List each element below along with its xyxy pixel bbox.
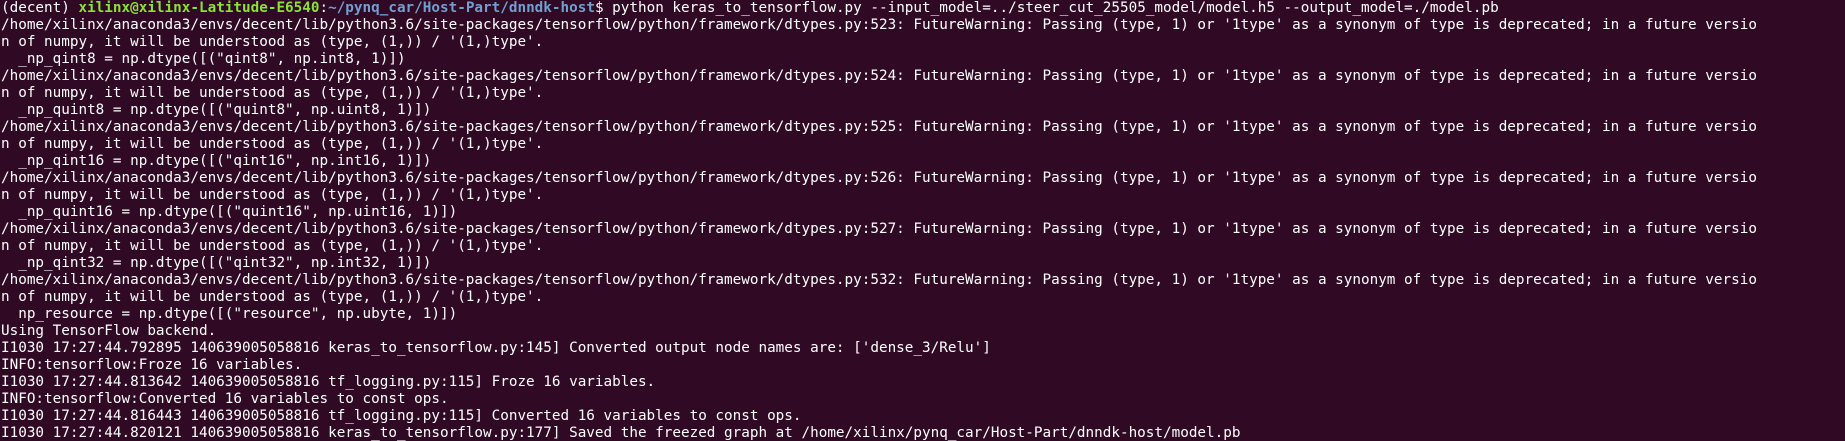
terminal-output: /home/xilinx/anaconda3/envs/decent/lib/p… xyxy=(1,17,1845,441)
output-line: _np_quint16 = np.dtype([("quint16", np.u… xyxy=(1,204,458,220)
command-prompt-line: (decent) xilinx@xilinx-Latitude-E6540:~/… xyxy=(1,0,1845,17)
prompt-symbol: $ xyxy=(594,0,613,16)
output-line: /home/xilinx/anaconda3/envs/decent/lib/p… xyxy=(1,119,1757,135)
output-line: _np_quint8 = np.dtype([("quint8", np.uin… xyxy=(1,102,432,118)
output-line: n of numpy, it will be understood as (ty… xyxy=(1,136,544,152)
output-line: _np_qint32 = np.dtype([("qint32", np.int… xyxy=(1,255,432,271)
output-line: n of numpy, it will be understood as (ty… xyxy=(1,238,544,254)
output-line: I1030 17:27:44.813642 140639005058816 tf… xyxy=(1,374,656,390)
output-line: /home/xilinx/anaconda3/envs/decent/lib/p… xyxy=(1,17,1757,33)
output-line: n of numpy, it will be understood as (ty… xyxy=(1,289,544,305)
prompt-colon: : xyxy=(319,0,329,16)
output-line: /home/xilinx/anaconda3/envs/decent/lib/p… xyxy=(1,170,1757,186)
conda-env-label: (decent) xyxy=(1,0,79,16)
output-line: I1030 17:27:44.792895 140639005058816 ke… xyxy=(1,340,991,356)
working-directory-path: ~/pynq_car/Host-Part/dnndk-host xyxy=(328,0,595,16)
output-line: /home/xilinx/anaconda3/envs/decent/lib/p… xyxy=(1,68,1757,84)
output-line: np_resource = np.dtype([("resource", np.… xyxy=(1,306,458,322)
output-line: I1030 17:27:44.820121 140639005058816 ke… xyxy=(1,425,1241,441)
output-line: _np_qint16 = np.dtype([("qint16", np.int… xyxy=(1,153,432,169)
terminal-window[interactable]: (decent) xilinx@xilinx-Latitude-E6540:~/… xyxy=(0,0,1845,441)
output-line: n of numpy, it will be understood as (ty… xyxy=(1,85,544,101)
user-host-label: xilinx@xilinx-Latitude-E6540 xyxy=(78,0,320,16)
output-line: /home/xilinx/anaconda3/envs/decent/lib/p… xyxy=(1,221,1757,237)
output-line: INFO:tensorflow:Froze 16 variables. xyxy=(1,357,303,373)
output-line: INFO:tensorflow:Converted 16 variables t… xyxy=(1,391,449,407)
output-line: _np_qint8 = np.dtype([("qint8", np.int8,… xyxy=(1,51,406,67)
output-line: I1030 17:27:44.816443 140639005058816 tf… xyxy=(1,408,802,424)
output-line: /home/xilinx/anaconda3/envs/decent/lib/p… xyxy=(1,272,1757,288)
output-line: n of numpy, it will be understood as (ty… xyxy=(1,34,544,50)
output-line: n of numpy, it will be understood as (ty… xyxy=(1,187,544,203)
command-text: python keras_to_tensorflow.py --input_mo… xyxy=(612,0,1499,16)
output-line: Using TensorFlow backend. xyxy=(1,323,217,339)
